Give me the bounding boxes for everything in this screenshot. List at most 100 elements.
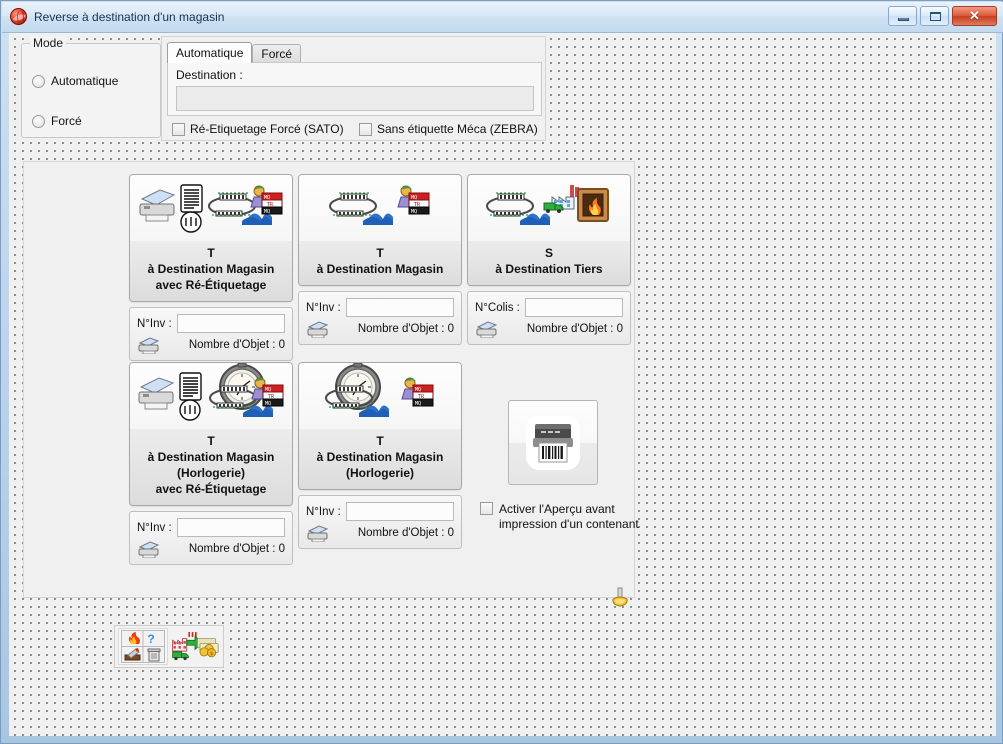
checkbox-icon[interactable] — [359, 122, 372, 136]
checkbox-icon[interactable] — [172, 122, 185, 136]
conveyor-wave-label-icon: MQ TR MQ — [329, 185, 430, 225]
svg-text:MQ: MQ — [265, 401, 271, 407]
radio-automatique[interactable]: Automatique — [32, 74, 118, 88]
card-magasin: MQ TR MQ T à Destination Magasin N°Inv:… — [298, 174, 462, 345]
checkbox-reetiquetage-force[interactable]: Ré-Etiquetage Forcé (SATO) — [172, 122, 344, 136]
checkbox-reetiquetage-force-label: Ré-Etiquetage Forcé (SATO) — [190, 122, 344, 136]
tab-automatique-label: Automatique — [176, 46, 244, 60]
preview-label-line-1: Activer l'Aperçu avant — [499, 502, 615, 516]
card-caption-line-1: T — [376, 434, 384, 448]
mode-group-legend: Mode — [30, 36, 67, 50]
client-area: Mode Automatique Forcé Automatique Forcé — [9, 33, 996, 736]
count-row: Nombre d'Objet : 0 — [306, 320, 454, 338]
destination-label: Destination : — [176, 68, 243, 82]
card-caption: S à Destination Tiers — [468, 241, 630, 285]
printer-icon — [138, 337, 160, 354]
svg-text:MQ: MQ — [264, 209, 270, 215]
radio-button-icon[interactable] — [32, 74, 45, 88]
card-tiers: S à Destination Tiers N°Colis : Nombre d… — [467, 174, 631, 345]
printer-icon — [476, 321, 498, 338]
radio-automatique-label: Automatique — [51, 74, 119, 88]
svg-text:MQ: MQ — [411, 209, 417, 215]
svg-text:$: $ — [210, 651, 213, 657]
minimize-button[interactable] — [888, 6, 917, 26]
conveyor-factory-furnace-icon — [486, 185, 609, 225]
card-magasin-reetiquetage-subpanel: N°Inv : Nombre d'Objet : 0 — [129, 307, 293, 361]
card-horlogerie: MQ TR MQ T à Destination Magasin (Horlog… — [298, 362, 462, 549]
card-icon-group: MQ TR MQ — [130, 175, 292, 241]
card-caption-line-1: T — [207, 246, 215, 260]
card-caption-line-2: à Destination Tiers — [495, 262, 603, 276]
printer-icon — [307, 321, 329, 338]
object-count-label: Nombre d'Objet : 0 — [188, 543, 285, 555]
card-icon-group: MQ TR MQ — [299, 175, 461, 241]
tb-grid-button[interactable]: ? — [118, 628, 168, 665]
card-magasin-subpanel: N°Inv : Nombre d'Objet : 0 — [298, 291, 462, 345]
field-row: N°Inv : — [306, 502, 454, 521]
tab-force[interactable]: Forcé — [252, 44, 302, 63]
printer-icon — [307, 525, 329, 542]
tb-invoice-button[interactable]: $ — [170, 628, 220, 665]
ncolis-input[interactable] — [524, 298, 623, 317]
printer-document-conveyor-label-icon: MQ TR MQ — [139, 184, 283, 233]
card-caption-line-2: à Destination Magasin — [316, 262, 444, 276]
mode-group-box: Mode Automatique Forcé — [21, 36, 161, 138]
card-horlogerie-reetiquetage: MQ TR MQ T à Destination Magasin (Horlog… — [129, 362, 293, 565]
card-magasin-reetiquetage-button[interactable]: MQ TR MQ T à Destination Magasin avec Ré… — [129, 174, 293, 302]
field-label: N°Inv : — [137, 521, 172, 534]
card-icon-group: MQ TR MQ — [299, 363, 461, 429]
watch-conveyor-label-icon: MQ TR MQ — [325, 363, 434, 417]
ninv-input[interactable] — [345, 502, 454, 521]
card-caption-line-2: à Destination Magasin — [147, 450, 275, 464]
radio-force-label: Forcé — [51, 114, 82, 128]
svg-text:?: ? — [147, 632, 154, 646]
card-horlogerie-button[interactable]: MQ TR MQ T à Destination Magasin (Horlog… — [298, 362, 462, 490]
bottom-toolbar: ? $ — [114, 625, 224, 668]
close-button[interactable]: ✕ — [952, 6, 997, 26]
count-row: Nombre d'Objet : 0 — [137, 540, 285, 558]
title-bar-left: Reverse à destination d'un magasin — [10, 8, 224, 25]
minimize-icon — [898, 18, 909, 21]
card-tiers-button[interactable]: S à Destination Tiers — [467, 174, 631, 286]
hand-pointer-icon — [612, 587, 628, 607]
checkbox-icon[interactable] — [480, 502, 493, 515]
card-caption-line-3: (Horlogerie) — [345, 466, 414, 480]
checkbox-sans-etiquette-meca-label: Sans étiquette Méca (ZEBRA) — [377, 122, 538, 136]
radio-force[interactable]: Forcé — [32, 114, 82, 128]
svg-text:MQ: MQ — [415, 401, 421, 407]
tab-force-label: Forcé — [261, 47, 293, 61]
field-label: N°Inv : — [137, 317, 172, 330]
printer-icon — [138, 541, 160, 558]
print-container-button[interactable] — [508, 400, 598, 485]
ninv-input[interactable] — [345, 298, 454, 317]
field-row: N°Inv : — [137, 314, 285, 333]
radio-button-icon[interactable] — [32, 114, 45, 128]
card-caption-line-2: à Destination Magasin — [147, 262, 275, 276]
card-magasin-button[interactable]: MQ TR MQ T à Destination Magasin — [298, 174, 462, 286]
checkbox-activer-apercu[interactable]: Activer l'Aperçu avant impression d'un c… — [480, 502, 640, 532]
barcode-printer-icon — [526, 415, 580, 470]
checkbox-sans-etiquette-meca[interactable]: Sans étiquette Méca (ZEBRA) — [359, 122, 538, 136]
field-row: N°Colis : — [475, 298, 623, 317]
card-horlogerie-reetiquetage-button[interactable]: MQ TR MQ T à Destination Magasin (Horlog… — [129, 362, 293, 506]
card-caption-line-3: (Horlogerie) — [176, 466, 245, 480]
maximize-button[interactable] — [920, 6, 949, 26]
application-window: Reverse à destination d'un magasin ✕ Mod… — [0, 0, 1003, 744]
checkbox-activer-apercu-label: Activer l'Aperçu avant impression d'un c… — [499, 502, 639, 532]
field-label: N°Inv : — [306, 505, 341, 518]
field-row: N°Inv : — [306, 298, 454, 317]
fire-help-tool-trash-icon: ? — [121, 630, 165, 663]
tab-automatique[interactable]: Automatique — [167, 42, 253, 63]
app-logo-icon — [10, 8, 27, 25]
object-count-label: Nombre d'Objet : 0 — [357, 527, 454, 539]
destination-input[interactable] — [176, 86, 534, 111]
destination-tabs-panel: Automatique Forcé Destination : Ré-Etiqu… — [161, 36, 546, 141]
count-row: Nombre d'Objet : 0 — [475, 320, 623, 338]
card-caption-line-3: avec Ré-Étiquetage — [155, 278, 267, 292]
count-row: Nombre d'Objet : 0 — [306, 524, 454, 542]
actions-panel: MQ TR MQ T à Destination Magasin avec Ré… — [23, 161, 639, 607]
ninv-input[interactable] — [176, 518, 285, 537]
printer-document-watch-conveyor-label-icon: MQ TR MQ — [138, 363, 284, 421]
ninv-input[interactable] — [176, 314, 285, 333]
window-controls: ✕ — [888, 6, 997, 26]
